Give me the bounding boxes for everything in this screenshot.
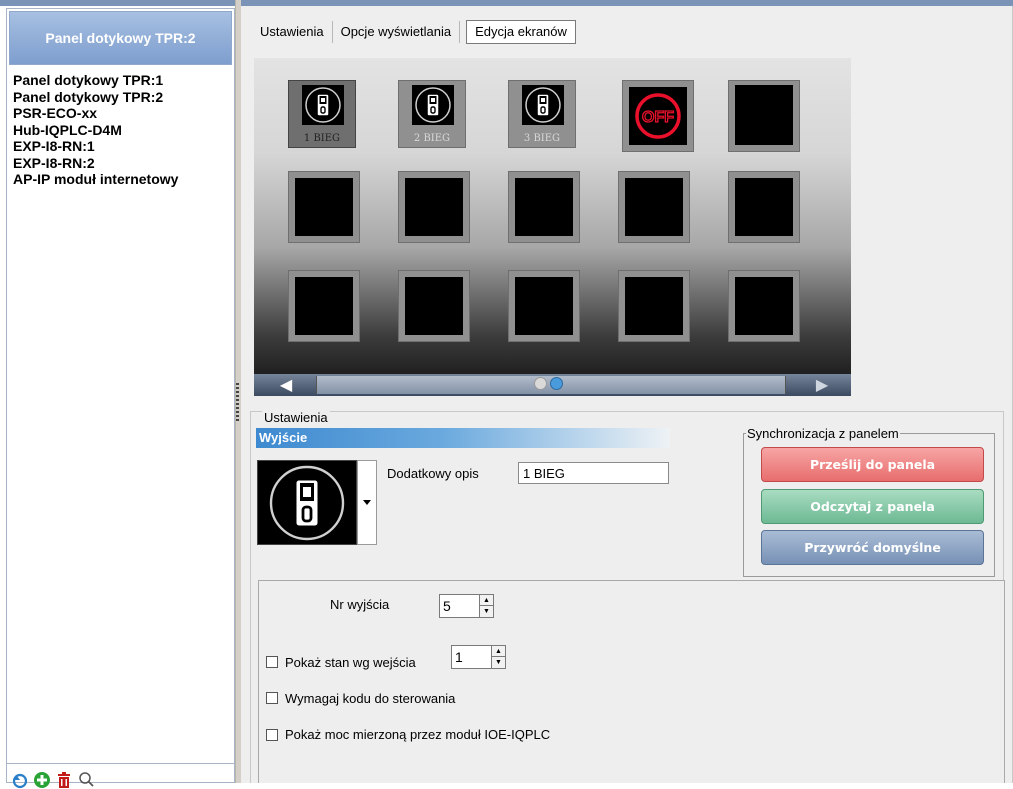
selected-device-header: Panel dotykowy TPR:2 — [9, 11, 232, 65]
screen-tile-5[interactable] — [728, 80, 800, 152]
dropdown-arrow-icon — [363, 500, 371, 505]
screen-tile-11[interactable] — [288, 270, 360, 342]
screen-tile-4[interactable]: OFF — [622, 80, 694, 152]
spin-down-icon[interactable]: ▼ — [480, 606, 493, 617]
list-toolbar — [11, 771, 95, 789]
device-item-hub-iqplc[interactable]: Hub-IQPLC-D4M — [13, 122, 178, 139]
device-item-psr-eco[interactable]: PSR-ECO-xx — [13, 105, 178, 122]
add-icon[interactable] — [33, 771, 51, 789]
screen-tile-9[interactable] — [618, 171, 690, 243]
spin-up-icon[interactable]: ▲ — [492, 646, 505, 657]
require-code-checkbox[interactable] — [266, 692, 278, 704]
extra-description-label: Dodatkowy opis — [387, 466, 479, 481]
page-indicator — [534, 377, 563, 390]
send-to-panel-button[interactable]: Prześlij do panela — [761, 447, 984, 482]
device-item-tpr1[interactable]: Panel dotykowy TPR:1 — [13, 72, 178, 89]
screen-tile-10[interactable] — [728, 171, 800, 243]
show-power-checkbox[interactable] — [266, 729, 278, 741]
list-footer-divider — [7, 763, 234, 764]
switch-icon — [299, 85, 347, 125]
screen-tile-1[interactable]: 1 BIEG — [288, 80, 356, 148]
screen-tile-7[interactable] — [398, 171, 470, 243]
spin-up-icon[interactable]: ▲ — [480, 595, 493, 606]
tab-settings[interactable]: Ustawienia — [252, 21, 333, 43]
require-code-label: Wymagaj kodu do sterowania — [285, 691, 456, 706]
svg-text:OFF: OFF — [642, 109, 674, 126]
device-item-ap-ip[interactable]: AP-IP moduł internetowy — [13, 171, 178, 188]
next-page-arrow-icon[interactable]: ▶ — [802, 375, 842, 395]
read-from-panel-button[interactable]: Odczytaj z panela — [761, 489, 984, 524]
screen-tile-3[interactable]: 3 BIEG — [508, 80, 576, 148]
refresh-icon[interactable] — [11, 771, 29, 789]
tab-bar: Ustawienia Opcje wyświetlania Edycja ekr… — [252, 20, 576, 44]
sync-legend: Synchronizacja z panelem — [746, 426, 900, 441]
screen-tile-8[interactable] — [508, 171, 580, 243]
tile-label: 2 BIEG — [413, 133, 451, 144]
switch-icon — [409, 85, 457, 125]
output-number-stepper[interactable]: 5 ▲ ▼ — [439, 594, 494, 618]
restore-defaults-button[interactable]: Przywróć domyślne — [761, 530, 984, 565]
show-state-checkbox[interactable] — [266, 656, 278, 668]
settings-legend: Ustawienia — [262, 410, 330, 425]
screen-tile-13[interactable] — [508, 270, 580, 342]
screen-tile-14[interactable] — [618, 270, 690, 342]
show-state-label: Pokaż stan wg wejścia — [285, 655, 416, 670]
input-number-value: 1 — [455, 649, 463, 665]
off-icon: OFF — [633, 91, 683, 141]
switch-icon — [519, 85, 567, 125]
screen-tile-12[interactable] — [398, 270, 470, 342]
screen-editor-canvas: 1 BIEG 2 BIEG 3 BIEG OFF — [254, 58, 851, 374]
spin-down-icon[interactable]: ▼ — [492, 657, 505, 668]
tab-screen-edit[interactable]: Edycja ekranów — [466, 20, 576, 44]
delete-icon[interactable] — [55, 771, 73, 789]
device-list: Panel dotykowy TPR:1 Panel dotykowy TPR:… — [13, 72, 178, 188]
device-item-exp-i8-rn2[interactable]: EXP-I8-RN:2 — [13, 155, 178, 172]
tile-label: 1 BIEG — [303, 133, 341, 144]
search-icon[interactable] — [77, 771, 95, 789]
device-item-tpr2[interactable]: Panel dotykowy TPR:2 — [13, 89, 178, 106]
input-number-stepper[interactable]: 1 ▲ ▼ — [451, 645, 506, 669]
extra-description-input[interactable] — [518, 462, 669, 484]
output-section-header: Wyjście — [256, 428, 670, 448]
page-dot-1[interactable] — [534, 377, 547, 390]
show-power-label: Pokaż moc mierzoną przez moduł IOE-IQPLC — [285, 727, 551, 742]
tab-display-options[interactable]: Opcje wyświetlania — [333, 21, 461, 43]
icon-dropdown-button[interactable] — [357, 460, 377, 545]
tile-label: 3 BIEG — [523, 133, 561, 144]
screen-tile-2[interactable]: 2 BIEG — [398, 80, 466, 148]
output-number-value: 5 — [443, 598, 451, 614]
switch-icon — [269, 465, 345, 540]
device-list-panel: Panel dotykowy TPR:2 Panel dotykowy TPR:… — [6, 8, 235, 789]
prev-page-arrow-icon[interactable]: ◀ — [266, 375, 306, 395]
screen-tile-15[interactable] — [728, 270, 800, 342]
device-item-exp-i8-rn1[interactable]: EXP-I8-RN:1 — [13, 138, 178, 155]
selected-icon-preview[interactable] — [257, 460, 357, 545]
output-number-label: Nr wyjścia — [330, 597, 390, 612]
splitter-grip[interactable] — [236, 383, 239, 423]
screen-tile-6[interactable] — [288, 171, 360, 243]
page-dot-2[interactable] — [550, 377, 563, 390]
